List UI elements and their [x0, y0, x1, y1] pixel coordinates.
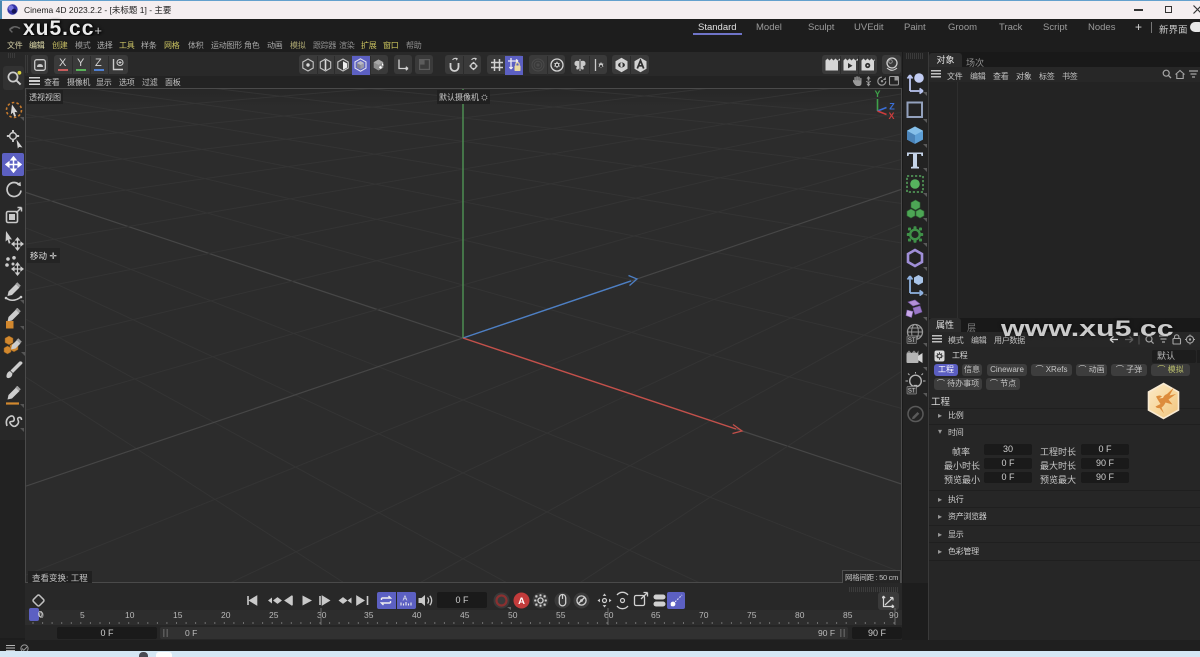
svg-text:30: 30 [317, 610, 327, 620]
svg-text:45: 45 [460, 610, 470, 620]
svg-text:ST: ST [908, 389, 916, 395]
svg-text:40: 40 [412, 610, 422, 620]
svg-text:60: 60 [604, 610, 614, 620]
svg-text:75: 75 [747, 610, 757, 620]
svg-text:25: 25 [269, 610, 279, 620]
svg-text:A: A [403, 596, 408, 603]
svg-text:ST: ST [908, 338, 916, 344]
svg-text:85: 85 [843, 610, 853, 620]
svg-text:X: X [888, 111, 894, 121]
svg-text:55: 55 [556, 610, 566, 620]
svg-text:35: 35 [364, 610, 374, 620]
svg-text:65: 65 [651, 610, 661, 620]
svg-text:70: 70 [699, 610, 709, 620]
svg-text:15: 15 [173, 610, 183, 620]
svg-text:80: 80 [795, 610, 805, 620]
svg-text:50: 50 [508, 610, 518, 620]
svg-text:20: 20 [221, 610, 231, 620]
svg-text:Z: Z [889, 102, 895, 112]
svg-text:A: A [518, 596, 525, 607]
svg-text:90: 90 [889, 610, 899, 620]
svg-text:Y: Y [874, 89, 880, 99]
svg-text:10: 10 [125, 610, 135, 620]
svg-text:5: 5 [80, 610, 85, 620]
